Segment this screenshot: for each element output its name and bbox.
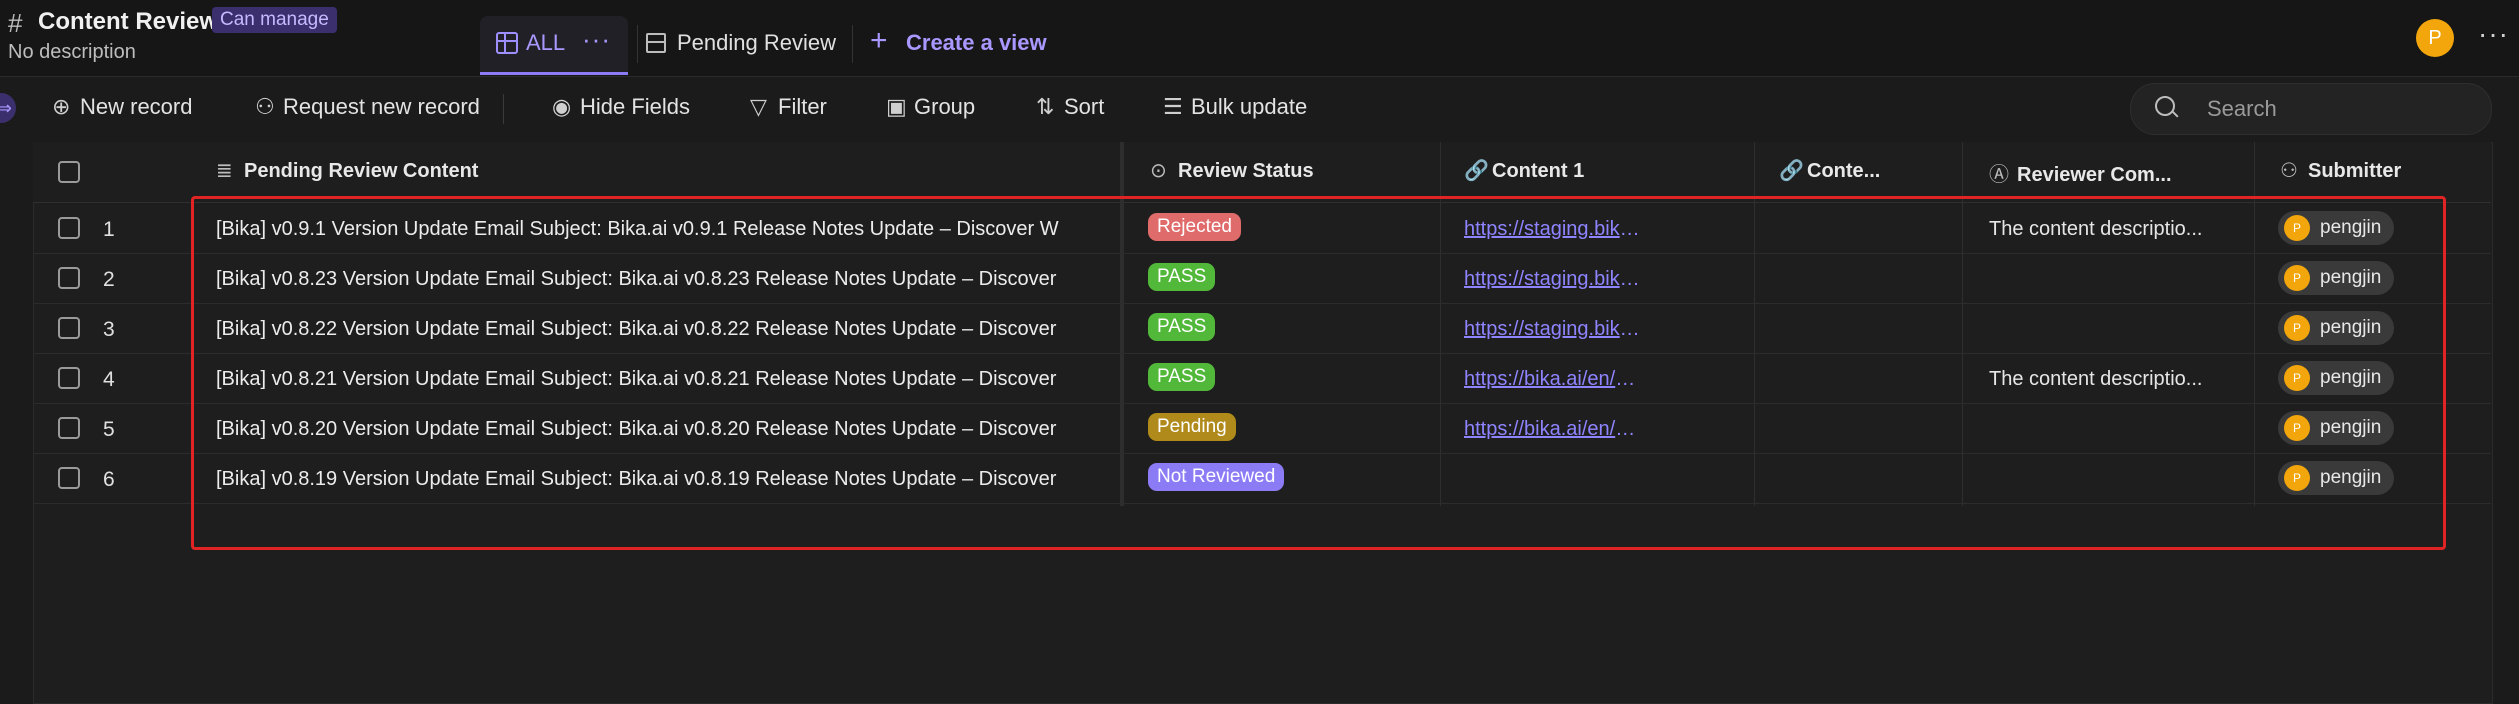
- filter-label: Filter: [778, 94, 827, 119]
- group-icon: ▣: [886, 94, 907, 119]
- filter-button[interactable]: ▽ Filter: [750, 94, 827, 120]
- search-input[interactable]: [2205, 94, 2469, 124]
- column-header-content-1[interactable]: 🔗 Content 1: [1464, 158, 1584, 183]
- plus-icon: +: [870, 24, 888, 57]
- create-view-label: Create a view: [906, 30, 1047, 55]
- request-new-record-button[interactable]: ⚇ Request new record: [255, 94, 480, 120]
- new-record-button[interactable]: ⊕ New record: [52, 94, 192, 120]
- group-label: Group: [914, 94, 976, 119]
- column-header-pending-review-content[interactable]: ≣ Pending Review Content: [216, 158, 478, 183]
- column-header-review-status[interactable]: ⊙ Review Status: [1150, 158, 1314, 183]
- long-text-icon: ≣: [216, 160, 233, 182]
- tab-divider: [852, 25, 853, 63]
- hash-icon: #: [8, 8, 23, 38]
- sort-button[interactable]: ⇅ Sort: [1036, 94, 1104, 120]
- text-field-icon: Ⓐ: [1989, 164, 2009, 186]
- sidebar-toggle-icon[interactable]: ⇒: [0, 93, 16, 123]
- bulk-update-button[interactable]: ☰ Bulk update: [1163, 94, 1307, 120]
- row-checkbox[interactable]: [58, 367, 80, 389]
- link-icon: 🔗: [1464, 160, 1489, 182]
- row-checkbox[interactable]: [58, 267, 80, 289]
- more-options-icon[interactable]: ···: [2478, 18, 2509, 50]
- column-header-label: Submitter: [2308, 160, 2402, 182]
- tab-divider: [637, 25, 638, 63]
- group-button[interactable]: ▣ Group: [886, 94, 975, 120]
- row-checkbox[interactable]: [58, 217, 80, 239]
- plus-circle-icon: ⊕: [52, 94, 71, 119]
- page-title[interactable]: Content Review: [38, 8, 218, 36]
- row-checkbox[interactable]: [58, 417, 80, 439]
- link-icon: 🔗: [1779, 160, 1804, 182]
- grid-view-icon: [646, 33, 666, 53]
- header-bar: [0, 0, 2519, 77]
- single-select-icon: ⊙: [1150, 160, 1167, 182]
- hide-fields-label: Hide Fields: [580, 94, 691, 119]
- column-header-submitter[interactable]: ⚇ Submitter: [2280, 158, 2401, 183]
- row-number: 5: [103, 418, 115, 441]
- user-request-icon: ⚇: [255, 94, 275, 119]
- column-header-label: Review Status: [1178, 160, 1314, 182]
- list-icon: ☰: [1163, 94, 1183, 119]
- tab-pending-review-label: Pending Review: [677, 30, 836, 55]
- row-number: 6: [103, 468, 115, 491]
- row-number: 3: [103, 318, 115, 341]
- request-new-record-label: Request new record: [283, 94, 480, 119]
- column-header-label: Reviewer Com...: [2017, 164, 2172, 186]
- search-icon: [2155, 96, 2175, 116]
- eye-icon: ◉: [552, 94, 572, 119]
- highlight-box: [191, 196, 2446, 550]
- column-header-label: Conte...: [1807, 160, 1881, 182]
- row-number: 2: [103, 268, 115, 291]
- column-header-label: Pending Review Content: [244, 160, 479, 182]
- user-icon: ⚇: [2280, 160, 2298, 182]
- filter-icon: ▽: [750, 94, 767, 119]
- row-number: 4: [103, 368, 115, 391]
- view-more-icon[interactable]: ···: [582, 24, 611, 55]
- toolbar-divider: [503, 94, 504, 124]
- user-avatar[interactable]: P: [2416, 19, 2454, 57]
- tab-all[interactable]: ALL ···: [480, 16, 628, 75]
- bulk-update-label: Bulk update: [1191, 94, 1308, 119]
- search-box[interactable]: [2130, 83, 2492, 135]
- tab-all-label: ALL: [526, 30, 566, 55]
- row-checkbox[interactable]: [58, 467, 80, 489]
- page-description[interactable]: No description: [8, 41, 136, 64]
- grid-view-icon: [496, 32, 518, 54]
- row-number: 1: [103, 218, 115, 241]
- column-header-reviewer-comments[interactable]: Ⓐ Reviewer Com...: [1989, 158, 2172, 187]
- permission-badge: Can manage: [212, 7, 337, 33]
- column-header-content-2[interactable]: 🔗 Conte...: [1779, 158, 1880, 183]
- sort-icon: ⇅: [1036, 94, 1055, 119]
- select-all-checkbox[interactable]: [58, 161, 80, 183]
- column-header-label: Content 1: [1492, 160, 1585, 182]
- hide-fields-button[interactable]: ◉ Hide Fields: [552, 94, 690, 120]
- new-record-label: New record: [80, 94, 193, 119]
- sort-label: Sort: [1064, 94, 1105, 119]
- row-checkbox[interactable]: [58, 317, 80, 339]
